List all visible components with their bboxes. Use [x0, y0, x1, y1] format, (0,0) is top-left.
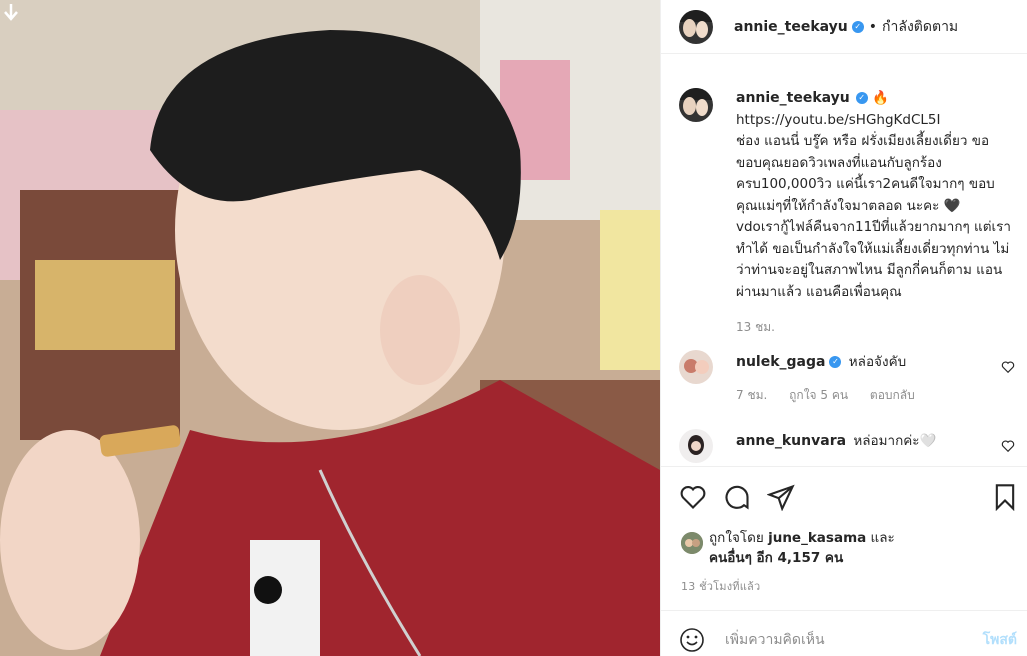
caption-username[interactable]: annie_teekayu [736, 90, 850, 106]
avatar[interactable] [679, 9, 713, 44]
verified-badge-icon: ✓ [829, 356, 842, 368]
action-bar [661, 466, 1027, 528]
post-side-panel: annie_teekayu ✓ • กำลังติดตาม annie_teek… [660, 0, 1027, 656]
post-photo[interactable] [0, 0, 660, 656]
separator-dot: • [868, 18, 878, 35]
author-username[interactable]: annie_teekayu [734, 19, 848, 35]
comment-text: หล่อมากค่ะ🤍 [853, 433, 937, 449]
post-time-ago: 13 ชั่วโมงที่แล้ว [681, 580, 761, 593]
avatar[interactable] [681, 532, 703, 554]
liked-by-prefix: ถูกใจโดย [709, 530, 764, 546]
post-comment-button[interactable]: โพสต์ [983, 629, 1017, 651]
verified-badge-icon: ✓ [855, 92, 868, 104]
avatar[interactable] [679, 429, 713, 463]
following-button[interactable]: กำลังติดตาม [882, 16, 958, 38]
comment-username[interactable]: anne_kunvara [736, 433, 846, 449]
paper-plane-icon[interactable] [767, 483, 795, 511]
heart-icon[interactable] [1001, 439, 1015, 453]
heart-icon[interactable] [679, 483, 707, 511]
avatar[interactable] [679, 88, 713, 122]
liked-by-username[interactable]: june_kasama [768, 530, 866, 546]
reply-button[interactable]: ตอบกลับ [870, 388, 915, 402]
comments-section[interactable]: annie_teekayu ✓ 🔥 https://youtu.be/sHGhgK… [661, 54, 1027, 466]
fire-emoji: 🔥 [872, 90, 889, 106]
avatar[interactable] [679, 350, 713, 384]
heart-icon[interactable] [1001, 360, 1015, 374]
comment-text: หล่อจังคับ [848, 354, 907, 370]
caption-text: https://youtu.be/sHGhgKdCL5I ช่อง แอนนี่… [736, 111, 1011, 300]
post-header: annie_teekayu ✓ • กำลังติดตาม [661, 0, 1027, 54]
bookmark-icon[interactable] [991, 483, 1019, 511]
liked-others-link[interactable]: คนอื่นๆ อีก 4,157 คน [709, 550, 843, 566]
arrow-down-icon[interactable] [2, 2, 20, 22]
comment-likes-link[interactable]: ถูกใจ 5 คน [789, 388, 848, 402]
add-comment-bar: เพิ่มความคิดเห็น โพสต์ [661, 610, 1027, 656]
comment-timestamp: 7 ชม. [736, 388, 768, 402]
liked-by-and: และ [870, 530, 895, 546]
caption-timestamp: 13 ชม. [736, 320, 775, 334]
comment-input[interactable]: เพิ่มความคิดเห็น [725, 629, 825, 651]
verified-badge-icon: ✓ [851, 20, 864, 33]
comment-username[interactable]: nulek_gaga [736, 354, 825, 370]
comment-bubble-icon[interactable] [723, 483, 751, 511]
smiley-icon[interactable] [679, 627, 705, 653]
